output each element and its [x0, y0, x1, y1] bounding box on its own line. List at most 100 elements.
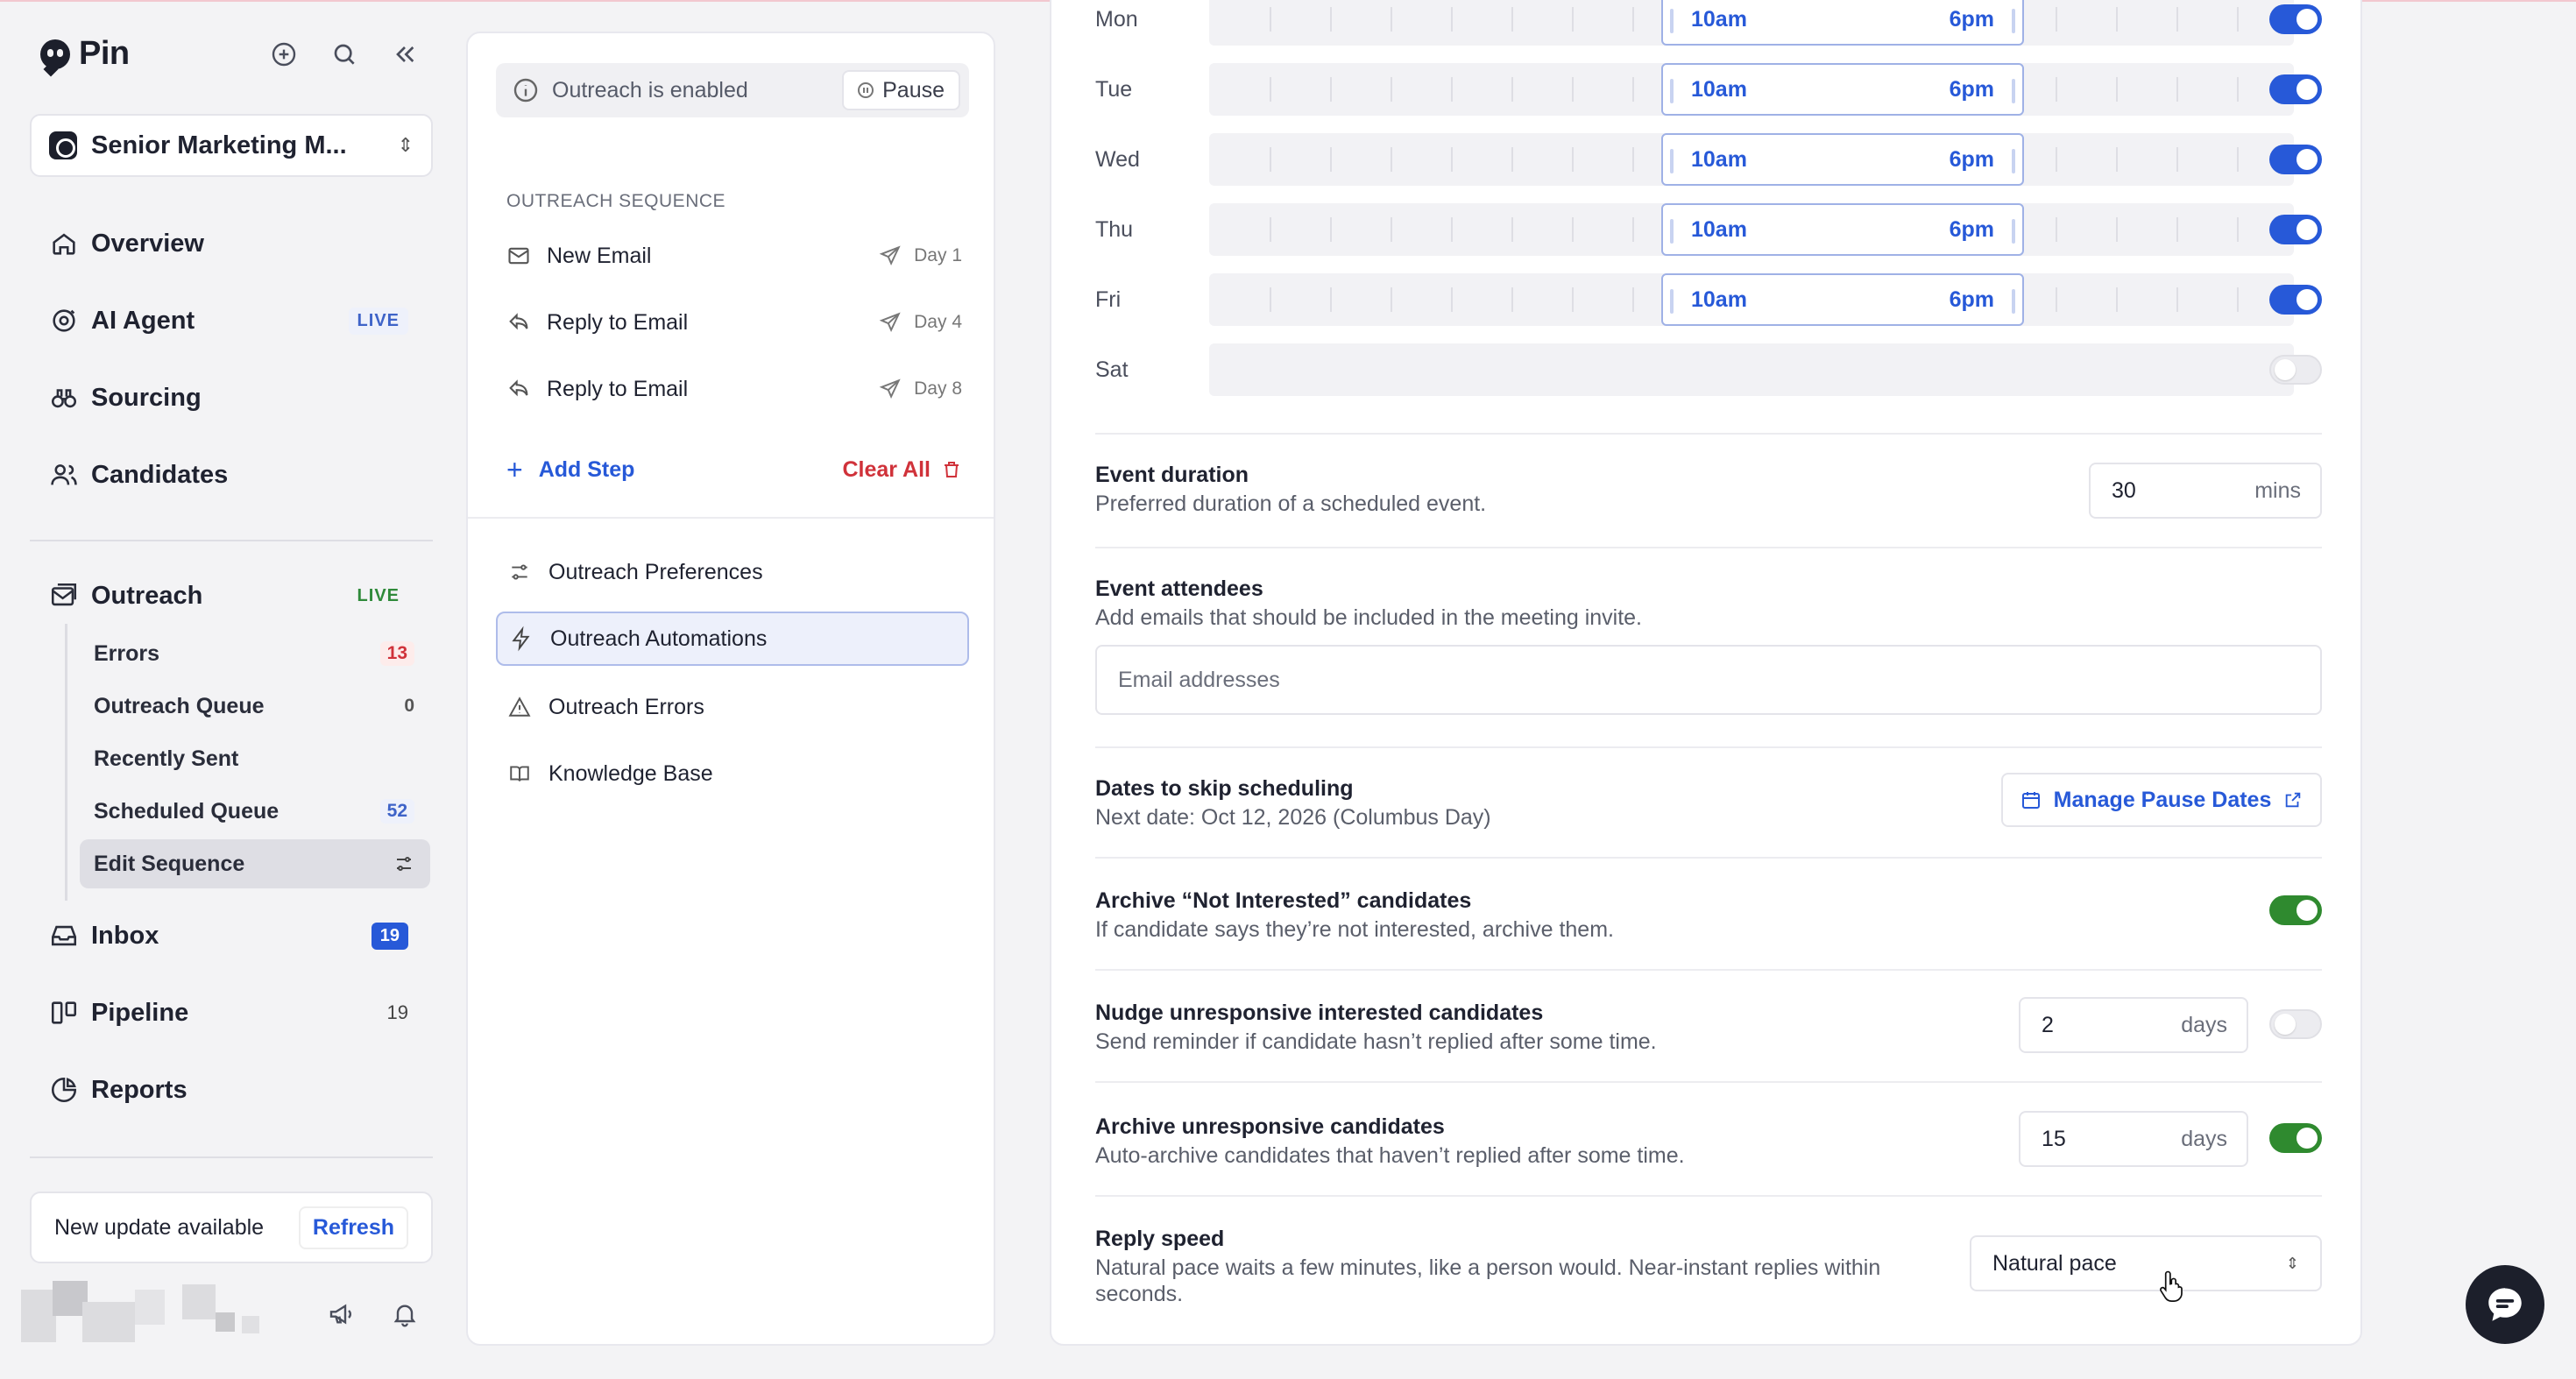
subnav-recently-sent[interactable]: Recently Sent [80, 734, 430, 783]
bell-icon[interactable] [391, 1300, 419, 1328]
day-label: Fri [1095, 286, 1122, 312]
time-tick [1511, 217, 1513, 242]
time-tick [1270, 7, 1271, 32]
nudge-days-input[interactable]: 2 days [2019, 997, 2248, 1053]
time-tick [1511, 7, 1513, 32]
nav-pipeline[interactable]: Pipeline 19 [49, 995, 408, 1030]
time-tick [1632, 287, 1634, 312]
collapse-sidebar-icon[interactable] [391, 40, 419, 68]
nudge-toggle[interactable] [2269, 1009, 2322, 1039]
step-label: Reply to Email [547, 376, 689, 401]
time-tick [1391, 217, 1392, 242]
pause-button[interactable]: Pause [842, 70, 960, 110]
sequence-step[interactable]: New Email Day 1 [506, 237, 962, 275]
archive-not-interested-toggle[interactable] [2269, 895, 2322, 925]
day-toggle-fri[interactable] [2269, 285, 2322, 315]
reply-speed-desc: Natural pace waits a few minutes, like a… [1095, 1255, 1880, 1307]
menu-outreach-automations[interactable]: Outreach Automations [496, 612, 969, 666]
user-avatar[interactable] [21, 1281, 263, 1351]
chevron-up-down-icon: ⇕ [397, 134, 414, 156]
sidebar-top-actions [270, 40, 419, 68]
skip-dates-desc: Next date: Oct 12, 2026 (Columbus Day) [1095, 805, 1491, 830]
time-range-handle[interactable]: 10am 6pm [1661, 203, 2024, 256]
subnav-edit-sequence[interactable]: Edit Sequence [80, 839, 430, 888]
time-tick [1451, 77, 1453, 102]
time-track[interactable]: 10am 6pm [1209, 203, 2294, 256]
email-addresses-input[interactable] [1095, 645, 2322, 715]
subnav-outreach-queue[interactable]: Outreach Queue 0 [80, 682, 430, 731]
update-text: New update available [54, 1214, 265, 1240]
inbox-icon [49, 921, 79, 951]
chevron-up-down-icon: ⇕ [2285, 1254, 2299, 1272]
nav-label: Overview [91, 229, 204, 258]
time-range-handle[interactable]: 10am 6pm [1661, 273, 2024, 326]
add-step-button[interactable]: + Add Step [506, 454, 634, 486]
nav-outreach[interactable]: Outreach LIVE [49, 578, 408, 613]
manage-pause-dates-button[interactable]: Manage Pause Dates [2001, 773, 2322, 827]
duration-unit: mins [2254, 477, 2301, 503]
megaphone-icon[interactable] [328, 1300, 356, 1328]
workspace-selector[interactable]: Senior Marketing M... ⇕ [30, 114, 433, 177]
time-track[interactable] [1209, 343, 2294, 396]
time-tick [1330, 147, 1332, 172]
day-toggle-wed[interactable] [2269, 145, 2322, 174]
nav-overview[interactable]: Overview [49, 226, 408, 261]
app-logo[interactable]: Pin [40, 35, 130, 76]
search-icon[interactable] [330, 40, 358, 68]
time-track[interactable]: 10am 6pm [1209, 0, 2294, 46]
nav-ai-agent[interactable]: AI Agent LIVE [49, 303, 408, 338]
nav-candidates[interactable]: Candidates [49, 457, 408, 492]
plus-icon: + [506, 453, 523, 485]
time-track[interactable]: 10am 6pm [1209, 63, 2294, 116]
nav-reports[interactable]: Reports [49, 1072, 408, 1107]
subnav-label: Outreach Queue [94, 693, 265, 718]
outreach-mail-icon [49, 581, 79, 611]
error-count-badge: 13 [379, 641, 414, 666]
range-end: 6pm [1949, 6, 1994, 32]
time-track[interactable]: 10am 6pm [1209, 133, 2294, 186]
chat-support-button[interactable] [2466, 1265, 2544, 1344]
nav-inbox[interactable]: Inbox 19 [49, 918, 408, 953]
time-tick [1270, 147, 1271, 172]
day-toggle-thu[interactable] [2269, 215, 2322, 244]
day-label: Wed [1095, 146, 1140, 172]
nudge-unit: days [2181, 1012, 2227, 1037]
reply-speed-select[interactable]: Natural pace ⇕ [1970, 1235, 2322, 1291]
nav-label: Pipeline [91, 998, 189, 1027]
menu-outreach-preferences[interactable]: Outreach Preferences [496, 545, 969, 599]
info-icon [512, 76, 540, 104]
time-tick [1572, 147, 1574, 172]
time-tick [2176, 147, 2178, 172]
nav-label: Outreach [91, 581, 203, 610]
archive-unresponsive-toggle[interactable] [2269, 1123, 2322, 1153]
nav-sourcing[interactable]: Sourcing [49, 380, 408, 415]
settings-divider [1095, 969, 2322, 971]
time-tick [1511, 287, 1513, 312]
time-tick [1511, 147, 1513, 172]
sequence-step[interactable]: Reply to Email Day 8 [506, 370, 962, 408]
day-toggle-mon[interactable] [2269, 4, 2322, 34]
time-range-handle[interactable]: 10am 6pm [1661, 0, 2024, 46]
sequence-step[interactable]: Reply to Email Day 4 [506, 303, 962, 342]
reply-icon [506, 310, 531, 335]
clear-all-button[interactable]: Clear All [842, 457, 962, 483]
day-toggle-sat[interactable] [2269, 355, 2322, 385]
refresh-button[interactable]: Refresh [298, 1206, 408, 1249]
menu-knowledge-base[interactable]: Knowledge Base [496, 746, 969, 801]
time-track[interactable]: 10am 6pm [1209, 273, 2294, 326]
sidebar-divider [30, 1156, 433, 1158]
menu-outreach-errors[interactable]: Outreach Errors [496, 680, 969, 734]
day-toggle-tue[interactable] [2269, 74, 2322, 104]
pipeline-count: 19 [386, 1001, 408, 1023]
app-name: Pin [79, 35, 130, 72]
time-range-handle[interactable]: 10am 6pm [1661, 133, 2024, 186]
subnav-scheduled-queue[interactable]: Scheduled Queue 52 [80, 787, 430, 836]
sidebar-divider [30, 540, 433, 541]
archive-days-input[interactable]: 15 days [2019, 1111, 2248, 1167]
subnav-errors[interactable]: Errors 13 [80, 629, 430, 678]
time-range-handle[interactable]: 10am 6pm [1661, 63, 2024, 116]
nudge-value: 2 [2042, 1012, 2054, 1037]
day-label: Mon [1095, 6, 1138, 32]
event-duration-input[interactable]: 30 mins [2089, 463, 2322, 519]
add-circle-icon[interactable] [270, 40, 298, 68]
